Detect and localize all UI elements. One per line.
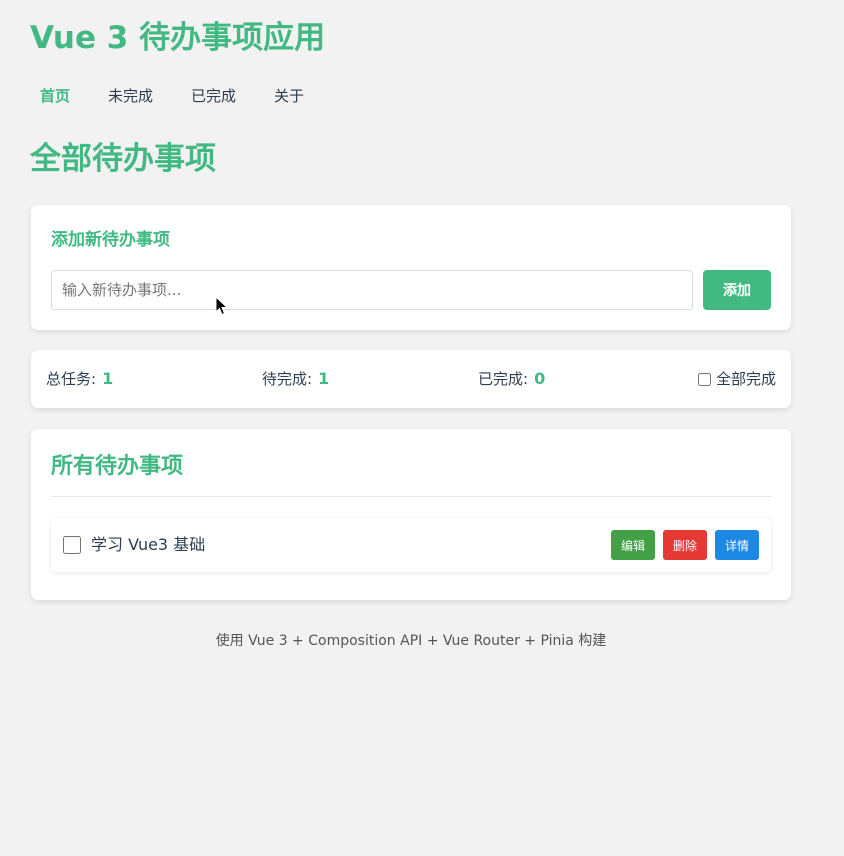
todo-list-card: 所有待办事项 学习 Vue3 基础 编辑 删除 详情 <box>31 429 791 600</box>
add-todo-title: 添加新待办事项 <box>51 230 170 250</box>
nav-pending-link[interactable]: 未完成 <box>108 84 153 108</box>
stat-total-value: 1 <box>102 369 114 388</box>
todo-item: 学习 Vue3 基础 编辑 删除 详情 <box>51 518 771 572</box>
nav-completed-link[interactable]: 已完成 <box>191 84 236 108</box>
todo-list-title: 所有待办事项 <box>51 454 184 479</box>
stat-pending-value: 1 <box>318 369 330 388</box>
edit-button[interactable]: 编辑 <box>611 530 655 560</box>
stat-pending-label: 待完成: <box>262 370 313 388</box>
stat-total-label: 总任务: <box>46 370 97 388</box>
complete-all-label: 全部完成 <box>715 370 776 388</box>
new-todo-input[interactable] <box>51 270 693 310</box>
stat-done-value: 0 <box>534 369 546 388</box>
divider <box>51 496 771 497</box>
footer-text: 使用 Vue 3 + Composition API + Vue Router … <box>215 633 607 649</box>
nav-home-link[interactable]: 首页 <box>40 84 70 108</box>
nav-about-link[interactable]: 关于 <box>274 84 304 108</box>
add-todo-card: 添加新待办事项 添加 <box>31 205 791 330</box>
stats-bar: 总任务: 1 待完成: 1 已完成: 0 全部完成 <box>31 350 791 408</box>
mouse-pointer-icon <box>215 296 229 316</box>
add-todo-button[interactable]: 添加 <box>703 270 771 310</box>
todo-checkbox[interactable] <box>63 536 81 554</box>
details-button[interactable]: 详情 <box>715 530 759 560</box>
stat-total: 总任务: 1 <box>46 350 113 408</box>
todo-text: 学习 Vue3 基础 <box>91 535 206 554</box>
complete-all-toggle[interactable]: 全部完成 <box>697 350 776 408</box>
app-title: Vue 3 待办事项应用 <box>30 20 326 56</box>
stat-done: 已完成: 0 <box>478 350 545 408</box>
page-title: 全部待办事项 <box>30 141 216 177</box>
delete-button[interactable]: 删除 <box>663 530 707 560</box>
stat-done-label: 已完成: <box>478 370 529 388</box>
complete-all-checkbox[interactable] <box>697 372 711 386</box>
stat-pending: 待完成: 1 <box>262 350 329 408</box>
